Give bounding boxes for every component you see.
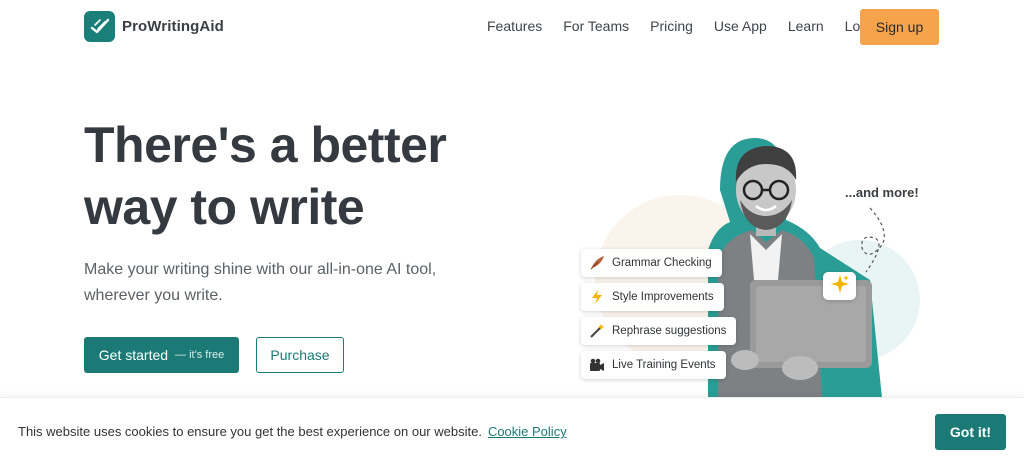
cookie-text: This website uses cookies to ensure you … bbox=[18, 424, 482, 439]
nav-links: Features For Teams Pricing Use App Learn… bbox=[487, 18, 904, 34]
brand-name: ProWritingAid bbox=[122, 18, 224, 35]
feature-rephrase-suggestions: Rephrase suggestions bbox=[581, 317, 737, 345]
top-nav: ProWritingAid Features For Teams Pricing… bbox=[0, 0, 1024, 54]
check-feather-icon bbox=[84, 11, 115, 42]
nav-link-pricing[interactable]: Pricing bbox=[650, 18, 693, 34]
cookie-policy-link[interactable]: Cookie Policy bbox=[488, 424, 567, 439]
sparkle-icon bbox=[830, 274, 850, 299]
feature-label: Live Training Events bbox=[612, 359, 716, 371]
feature-live-training-events: Live Training Events bbox=[581, 351, 726, 379]
magic-wand-icon bbox=[589, 323, 605, 339]
nav-link-learn[interactable]: Learn bbox=[788, 18, 824, 34]
nav-link-for-teams[interactable]: For Teams bbox=[563, 18, 629, 34]
cookie-message: This website uses cookies to ensure you … bbox=[18, 424, 567, 439]
lightning-icon bbox=[589, 289, 605, 305]
nav-link-use-app[interactable]: Use App bbox=[714, 18, 767, 34]
hero-illustration: Grammar Checking Style Improvements Reph… bbox=[570, 130, 930, 398]
cookie-banner: This website uses cookies to ensure you … bbox=[0, 397, 1024, 464]
video-camera-icon bbox=[589, 357, 605, 373]
get-started-label: Get started bbox=[98, 347, 169, 363]
feature-grammar-checking: Grammar Checking bbox=[581, 249, 722, 277]
quill-icon bbox=[589, 255, 605, 271]
got-it-button[interactable]: Got it! bbox=[935, 414, 1006, 450]
brand-logo[interactable]: ProWritingAid bbox=[84, 11, 224, 42]
feature-style-improvements: Style Improvements bbox=[581, 283, 724, 311]
hero-subtitle: Make your writing shine with our all-in-… bbox=[84, 261, 437, 304]
purchase-button[interactable]: Purchase bbox=[256, 337, 344, 373]
get-started-button[interactable]: Get started — it's free bbox=[84, 337, 239, 373]
feature-label: Style Improvements bbox=[612, 291, 714, 303]
hero-title: There's a better way to write bbox=[84, 117, 447, 235]
free-note: — it's free bbox=[175, 349, 225, 361]
nav-link-features[interactable]: Features bbox=[487, 18, 542, 34]
feature-label: Grammar Checking bbox=[612, 257, 712, 269]
sparkle-badge bbox=[823, 272, 856, 300]
and-more-label: ...and more! bbox=[845, 185, 919, 200]
signup-button[interactable]: Sign up bbox=[860, 9, 939, 45]
feature-label: Rephrase suggestions bbox=[612, 325, 727, 337]
